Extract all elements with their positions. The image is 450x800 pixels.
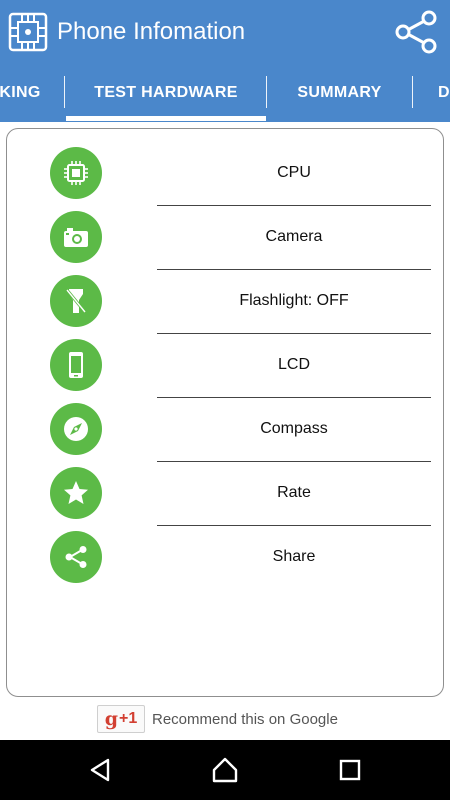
menu-item-flashlight[interactable]: Flashlight: OFF	[7, 269, 443, 334]
back-triangle-icon[interactable]	[85, 755, 115, 785]
menu-item-lcd[interactable]: LCD	[7, 333, 443, 398]
star-icon	[64, 481, 88, 504]
menu-item-label: Rate	[277, 484, 311, 501]
tab-divider	[64, 76, 65, 108]
recommend-text: Recommend this on Google	[152, 710, 338, 728]
menu-item-share[interactable]: Share	[7, 525, 443, 589]
menu-item-label: Compass	[260, 420, 328, 437]
icon-badge	[50, 531, 102, 583]
icon-badge	[50, 211, 102, 263]
plus-one-label: +1	[119, 710, 138, 727]
flashlight-off-icon	[65, 289, 87, 313]
camera-icon	[64, 228, 88, 247]
tab-ranking[interactable]: KING	[0, 64, 60, 122]
icon-badge	[50, 339, 102, 391]
menu-item-label: Share	[272, 548, 316, 565]
circuit-chip-icon	[8, 12, 48, 52]
compass-icon	[64, 417, 88, 441]
phone-screen-icon	[69, 352, 83, 378]
hardware-test-card: CPU Camera Flashlight: OFF LCD Compass R…	[6, 128, 444, 697]
menu-item-cpu[interactable]: CPU	[7, 141, 443, 206]
chip-icon	[64, 161, 88, 185]
menu-item-label: Flashlight: OFF	[239, 292, 349, 309]
tab-bar: KING TEST HARDWARE SUMMARY D	[0, 64, 450, 122]
menu-item-label: Camera	[265, 228, 323, 245]
tab-partial[interactable]: D	[438, 64, 450, 122]
icon-badge	[50, 403, 102, 455]
tab-summary[interactable]: SUMMARY	[267, 64, 412, 122]
share-icon[interactable]	[390, 6, 442, 58]
google-recommend-row: g +1 Recommend this on Google	[97, 704, 338, 734]
tab-divider	[412, 76, 413, 108]
recents-square-icon[interactable]	[335, 755, 365, 785]
app-bar: Phone Infomation	[0, 0, 450, 64]
icon-badge	[50, 467, 102, 519]
app-screen: Phone Infomation KING TEST HARDWARE SUMM…	[0, 0, 450, 800]
menu-item-camera[interactable]: Camera	[7, 205, 443, 270]
home-icon[interactable]	[210, 755, 240, 785]
google-plus-one-button[interactable]: g +1	[97, 705, 145, 733]
menu-item-label: CPU	[277, 164, 311, 181]
app-title: Phone Infomation	[57, 18, 246, 45]
menu-item-label: LCD	[277, 356, 310, 373]
menu-item-rate[interactable]: Rate	[7, 461, 443, 526]
system-nav-bar	[0, 740, 450, 800]
share-icon	[65, 546, 87, 568]
google-g-icon: g	[104, 708, 119, 730]
active-tab-indicator	[66, 116, 266, 121]
icon-badge	[50, 275, 102, 327]
icon-badge	[50, 147, 102, 199]
menu-item-compass[interactable]: Compass	[7, 397, 443, 462]
tab-test-hardware[interactable]: TEST HARDWARE	[66, 64, 266, 122]
